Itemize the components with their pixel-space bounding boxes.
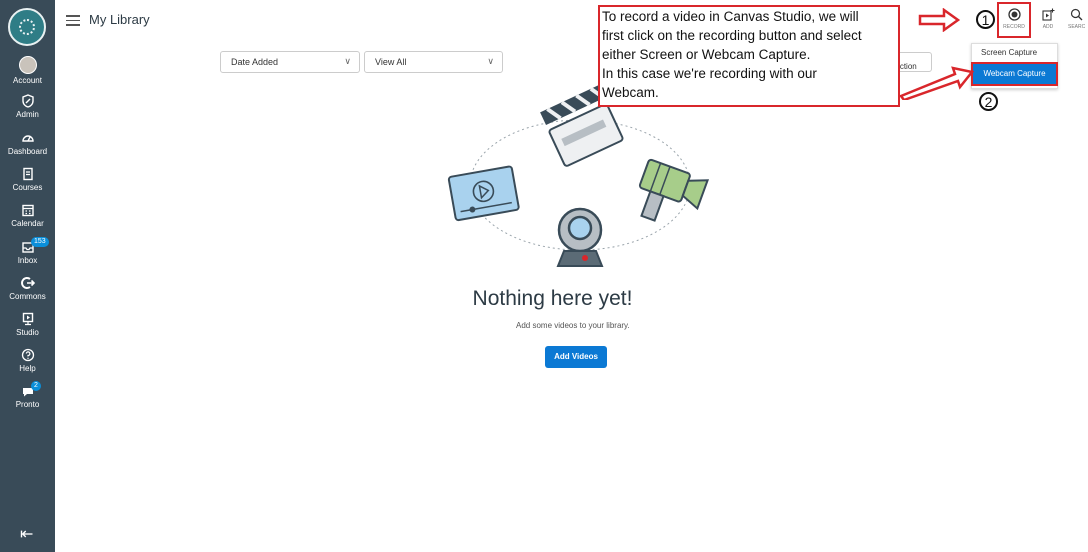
view-select-value: View All [375, 57, 407, 67]
nav-item-label: Pronto [15, 400, 40, 409]
annotation-callout: To record a video in Canvas Studio, we w… [598, 5, 900, 107]
nav-item-label: Calendar [11, 219, 44, 228]
webcam-capture-option[interactable]: Webcam Capture [971, 62, 1058, 86]
nav-item-label: Inbox [17, 256, 38, 265]
record-menu: Screen Capture Webcam Capture [971, 43, 1058, 89]
nav-item-label: Admin [16, 110, 39, 119]
annotation-line: either Screen or Webcam Capture. [602, 47, 811, 62]
record-highlight-box [997, 2, 1031, 38]
inbox-badge: 153 [31, 237, 49, 247]
annotation-line: first click on the recording button and … [602, 28, 862, 43]
collapse-nav-icon[interactable]: ⇤ [20, 524, 33, 544]
annotation-line: To record a video in Canvas Studio, we w… [602, 9, 859, 24]
nav-item-pronto[interactable]: 2 Pronto [0, 381, 55, 409]
avatar [18, 56, 37, 74]
nav-item-label: Account [13, 76, 42, 85]
hamburger-menu-icon[interactable] [66, 15, 80, 26]
help-icon [21, 348, 34, 362]
institution-logo[interactable] [8, 8, 46, 46]
search-icon [1070, 8, 1083, 21]
chevron-down-icon: ∨ [344, 56, 351, 66]
step-2-marker: 2 [979, 92, 998, 111]
step-1-marker: 1 [976, 10, 995, 29]
nav-item-account[interactable]: Account [0, 56, 55, 85]
screen-capture-option[interactable]: Screen Capture [981, 48, 1037, 57]
arrow-pointer-icon [900, 66, 974, 100]
nav-item-admin[interactable]: Admin [0, 94, 55, 119]
nav-item-courses[interactable]: Courses [0, 167, 55, 192]
nav-item-help[interactable]: Help [0, 348, 55, 373]
search-button[interactable]: SEARC [1065, 4, 1088, 30]
calendar-icon [21, 204, 34, 217]
nav-item-label: Studio [16, 328, 39, 337]
empty-state-subtitle: Add some videos to your library. [516, 321, 630, 330]
pronto-badge: 2 [31, 381, 41, 391]
sort-select[interactable]: Date Added ∨ [220, 51, 360, 73]
nav-item-studio[interactable]: Studio [0, 312, 55, 337]
studio-icon [22, 312, 33, 326]
empty-state-title: Nothing here yet! [0, 287, 1088, 311]
nav-item-label: Help [19, 364, 36, 373]
nav-item-dashboard[interactable]: Dashboard [0, 131, 55, 156]
gauge-icon [21, 135, 34, 142]
add-label: ADD [1042, 24, 1054, 30]
view-select[interactable]: View All ∨ [364, 51, 503, 73]
shield-icon [21, 94, 34, 108]
page-title: My Library [89, 12, 150, 27]
nav-item-label: Courses [12, 183, 43, 192]
annotation-line: Webcam. [602, 85, 659, 100]
search-label: SEARC [1068, 24, 1086, 30]
book-icon [22, 167, 33, 181]
add-button[interactable]: ADD [1031, 4, 1065, 30]
sort-select-value: Date Added [231, 57, 279, 67]
empty-library-illustration [447, 85, 710, 267]
add-videos-button[interactable]: Add Videos [545, 346, 607, 368]
global-nav: Account Admin Dashboard Courses Calendar [0, 0, 55, 552]
empty-state-title-text: Nothing here yet! [472, 287, 633, 310]
arrow-right-icon [918, 8, 961, 32]
nav-item-inbox[interactable]: 153 Inbox [0, 237, 55, 265]
nav-item-label: Dashboard [7, 147, 48, 156]
annotation-line: In this case we're recording with our [602, 66, 817, 81]
nav-item-calendar[interactable]: Calendar [0, 203, 55, 228]
add-media-icon [1041, 8, 1054, 21]
chevron-down-icon: ∨ [487, 56, 494, 66]
